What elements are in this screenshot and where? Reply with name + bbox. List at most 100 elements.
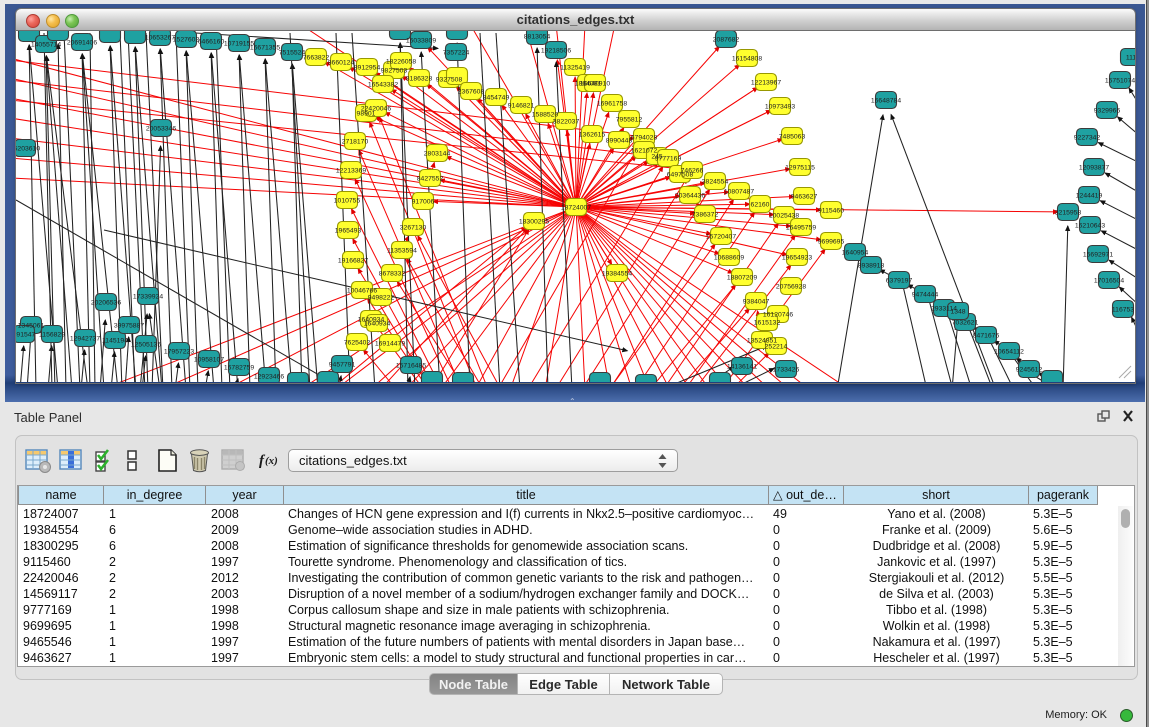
- svg-text:10025438: 10025438: [769, 213, 799, 220]
- svg-text:16120746: 16120746: [763, 312, 793, 319]
- svg-text:12975115: 12975115: [785, 165, 815, 172]
- svg-text:7515524: 7515524: [279, 50, 306, 57]
- svg-text:22420046: 22420046: [361, 106, 391, 113]
- svg-text:19218506: 19218506: [541, 48, 571, 55]
- svg-text:11353594: 11353594: [387, 248, 417, 255]
- svg-text:12923466: 12923466: [254, 374, 284, 381]
- svg-text:3824554: 3824554: [702, 179, 729, 186]
- svg-text:1615132: 1615132: [754, 320, 781, 327]
- svg-text:15716485: 15716485: [396, 363, 426, 370]
- svg-text:12505135: 12505135: [131, 342, 161, 349]
- svg-text:917006: 917006: [412, 199, 435, 206]
- svg-text:3267130: 3267130: [400, 225, 427, 232]
- svg-text:16543382: 16543382: [368, 82, 398, 89]
- svg-text:16671355: 16671355: [250, 45, 280, 52]
- svg-text:20691406: 20691406: [67, 40, 97, 47]
- svg-text:11325419: 11325419: [560, 65, 590, 72]
- svg-text:7032621: 7032621: [952, 320, 979, 327]
- svg-text:7625402: 7625402: [344, 340, 371, 347]
- svg-text:14055714: 14055714: [31, 42, 61, 49]
- svg-text:7663822: 7663822: [303, 55, 330, 62]
- svg-text:12093877: 12093877: [1079, 165, 1109, 172]
- svg-text:6379197: 6379197: [886, 278, 913, 285]
- svg-text:8990448: 8990448: [606, 138, 633, 145]
- svg-text:8938918: 8938918: [858, 263, 885, 270]
- svg-text:16782759: 16782759: [224, 365, 254, 372]
- svg-text:26203610: 26203610: [16, 146, 40, 153]
- svg-text:17957223: 17957223: [164, 349, 194, 356]
- svg-text:1640954: 1640954: [842, 250, 869, 257]
- svg-text:16495759: 16495759: [786, 225, 816, 232]
- svg-text:9146821: 9146821: [508, 103, 535, 110]
- svg-text:18807209: 18807209: [727, 275, 757, 282]
- svg-text:16961758: 16961758: [597, 101, 627, 108]
- svg-text:10807487: 10807487: [724, 189, 754, 196]
- svg-text:116753: 116753: [1112, 307, 1134, 314]
- svg-text:9457791: 9457791: [329, 362, 356, 369]
- svg-text:1145194: 1145194: [102, 338, 128, 345]
- svg-text:1010755: 1010755: [334, 198, 361, 205]
- svg-text:6794028: 6794028: [631, 135, 658, 142]
- svg-text:8454749: 8454749: [483, 95, 510, 102]
- svg-text:14136141: 14136141: [727, 364, 757, 371]
- svg-text:16640910: 16640910: [580, 81, 610, 88]
- svg-text:12213369: 12213369: [336, 168, 366, 175]
- svg-text:39975887: 39975887: [114, 323, 144, 330]
- svg-text:9327508: 9327508: [436, 77, 463, 84]
- svg-text:8660124: 8660124: [328, 60, 355, 67]
- svg-text:20053346: 20053346: [146, 126, 176, 133]
- svg-text:10653267: 10653267: [145, 35, 175, 42]
- svg-text:2803144: 2803144: [424, 151, 451, 158]
- svg-text:18724007: 18724007: [561, 205, 591, 212]
- svg-text:1362615: 1362615: [579, 132, 606, 139]
- svg-text:1588520: 1588520: [532, 112, 559, 119]
- svg-text:(x): (x): [265, 455, 278, 467]
- svg-text:1965493: 1965493: [335, 228, 362, 235]
- svg-text:1527602: 1527602: [173, 37, 200, 44]
- svg-text:9463627: 9463627: [791, 194, 818, 201]
- svg-text:7386372: 7386372: [692, 212, 719, 219]
- svg-text:9227342: 9227342: [1074, 135, 1101, 142]
- svg-text:7357224: 7357224: [443, 50, 470, 57]
- svg-text:17016504: 17016504: [1094, 278, 1124, 285]
- svg-text:10688609: 10688609: [714, 255, 744, 262]
- svg-text:9827503: 9827503: [381, 68, 408, 75]
- svg-text:20206536: 20206536: [91, 300, 121, 307]
- svg-text:8427552: 8427552: [417, 176, 444, 183]
- svg-text:12942737: 12942737: [70, 336, 100, 343]
- svg-text:18226058: 18226058: [386, 59, 416, 66]
- svg-text:20756928: 20756928: [776, 284, 806, 291]
- svg-text:8813054: 8813054: [524, 34, 551, 41]
- svg-text:746266: 746266: [681, 168, 704, 175]
- svg-text:6466160: 6466160: [198, 39, 225, 46]
- svg-text:9474444: 9474444: [912, 292, 939, 299]
- svg-text:9115460: 9115460: [818, 208, 844, 215]
- svg-text:9384047: 9384047: [743, 299, 770, 306]
- svg-text:15720407: 15720407: [706, 234, 736, 241]
- svg-text:19166827: 19166827: [338, 258, 368, 265]
- svg-text:2087682: 2087682: [713, 37, 740, 44]
- svg-text:7955812: 7955812: [616, 117, 643, 124]
- svg-text:16033809: 16033809: [406, 38, 436, 45]
- svg-text:1244419: 1244419: [1076, 193, 1103, 200]
- svg-text:3822037: 3822037: [553, 119, 580, 126]
- svg-text:15692971: 15692971: [1083, 252, 1113, 259]
- svg-text:17339924: 17339924: [133, 294, 163, 301]
- svg-text:10958107: 10958107: [194, 357, 224, 364]
- svg-text:8186328: 8186328: [406, 76, 433, 83]
- svg-text:9329966: 9329966: [1094, 108, 1121, 115]
- svg-text:15751074: 15751074: [1105, 78, 1135, 85]
- svg-text:19654923: 19654923: [782, 255, 812, 262]
- svg-text:12213967: 12213967: [751, 80, 781, 87]
- svg-text:16210643: 16210643: [1075, 223, 1105, 230]
- svg-text:1348: 1348: [950, 309, 965, 316]
- svg-text:9699695: 9699695: [818, 239, 845, 246]
- svg-text:8471676: 8471676: [973, 333, 1000, 340]
- svg-text:9498222: 9498222: [368, 295, 395, 302]
- svg-text:10654112: 10654112: [994, 349, 1024, 356]
- svg-text:2367608: 2367608: [458, 89, 485, 96]
- svg-text:8912954: 8912954: [354, 65, 381, 72]
- svg-text:7485063: 7485063: [779, 134, 806, 141]
- svg-text:10973493: 10973493: [765, 104, 795, 111]
- svg-text:9777169: 9777169: [655, 156, 682, 163]
